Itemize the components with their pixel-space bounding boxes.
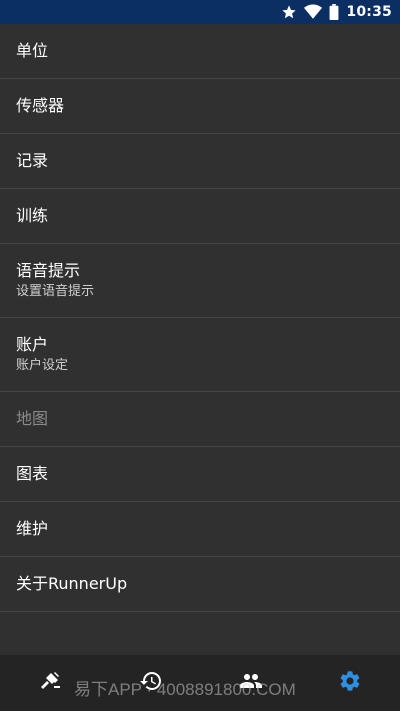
wifi-icon bbox=[304, 4, 323, 20]
pref-summary: 账户设定 bbox=[16, 358, 69, 373]
pref-title: 语音提示 bbox=[16, 261, 81, 280]
settings-gear-icon bbox=[338, 669, 362, 697]
settings-button[interactable] bbox=[336, 669, 364, 697]
history-button[interactable] bbox=[137, 669, 165, 697]
pref-accounts[interactable]: 账户 账户设定 bbox=[0, 318, 400, 392]
pref-title: 维护 bbox=[16, 519, 49, 538]
history-icon bbox=[139, 669, 163, 697]
settings-list: 单位 传感器 记录 训练 语音提示 设置语音提示 账户 账户设定 地图 图表 维… bbox=[0, 24, 400, 612]
bottom-navigation: 易下APP · 4008891800.COM bbox=[0, 655, 400, 711]
feed-icon bbox=[239, 669, 263, 697]
pref-map: 地图 bbox=[0, 392, 400, 447]
status-bar: 10:35 bbox=[0, 0, 400, 24]
pref-title: 关于RunnerUp bbox=[16, 574, 128, 593]
start-activity-button[interactable] bbox=[36, 669, 64, 697]
pref-title: 账户 bbox=[16, 335, 49, 354]
pref-units[interactable]: 单位 bbox=[0, 24, 400, 79]
star-icon bbox=[281, 4, 297, 20]
pref-maintenance[interactable]: 维护 bbox=[0, 502, 400, 557]
pref-title: 地图 bbox=[16, 409, 49, 428]
settings-screen: 10:35 单位 传感器 记录 训练 语音提示 设置语音提示 账户 账户设定 地… bbox=[0, 0, 400, 711]
start-activity-icon bbox=[38, 669, 62, 697]
pref-workout[interactable]: 训练 bbox=[0, 189, 400, 244]
pref-about[interactable]: 关于RunnerUp bbox=[0, 557, 400, 612]
pref-title: 训练 bbox=[16, 206, 49, 225]
status-time: 10:35 bbox=[346, 4, 392, 20]
pref-title: 传感器 bbox=[16, 96, 65, 115]
pref-sensors[interactable]: 传感器 bbox=[0, 79, 400, 134]
pref-graph[interactable]: 图表 bbox=[0, 447, 400, 502]
pref-recording[interactable]: 记录 bbox=[0, 134, 400, 189]
feed-button[interactable] bbox=[237, 669, 265, 697]
battery-icon bbox=[329, 4, 339, 20]
pref-title: 图表 bbox=[16, 464, 49, 483]
pref-summary: 设置语音提示 bbox=[16, 284, 95, 299]
pref-title: 记录 bbox=[16, 151, 49, 170]
pref-title: 单位 bbox=[16, 41, 49, 60]
pref-audio-cues[interactable]: 语音提示 设置语音提示 bbox=[0, 244, 400, 318]
